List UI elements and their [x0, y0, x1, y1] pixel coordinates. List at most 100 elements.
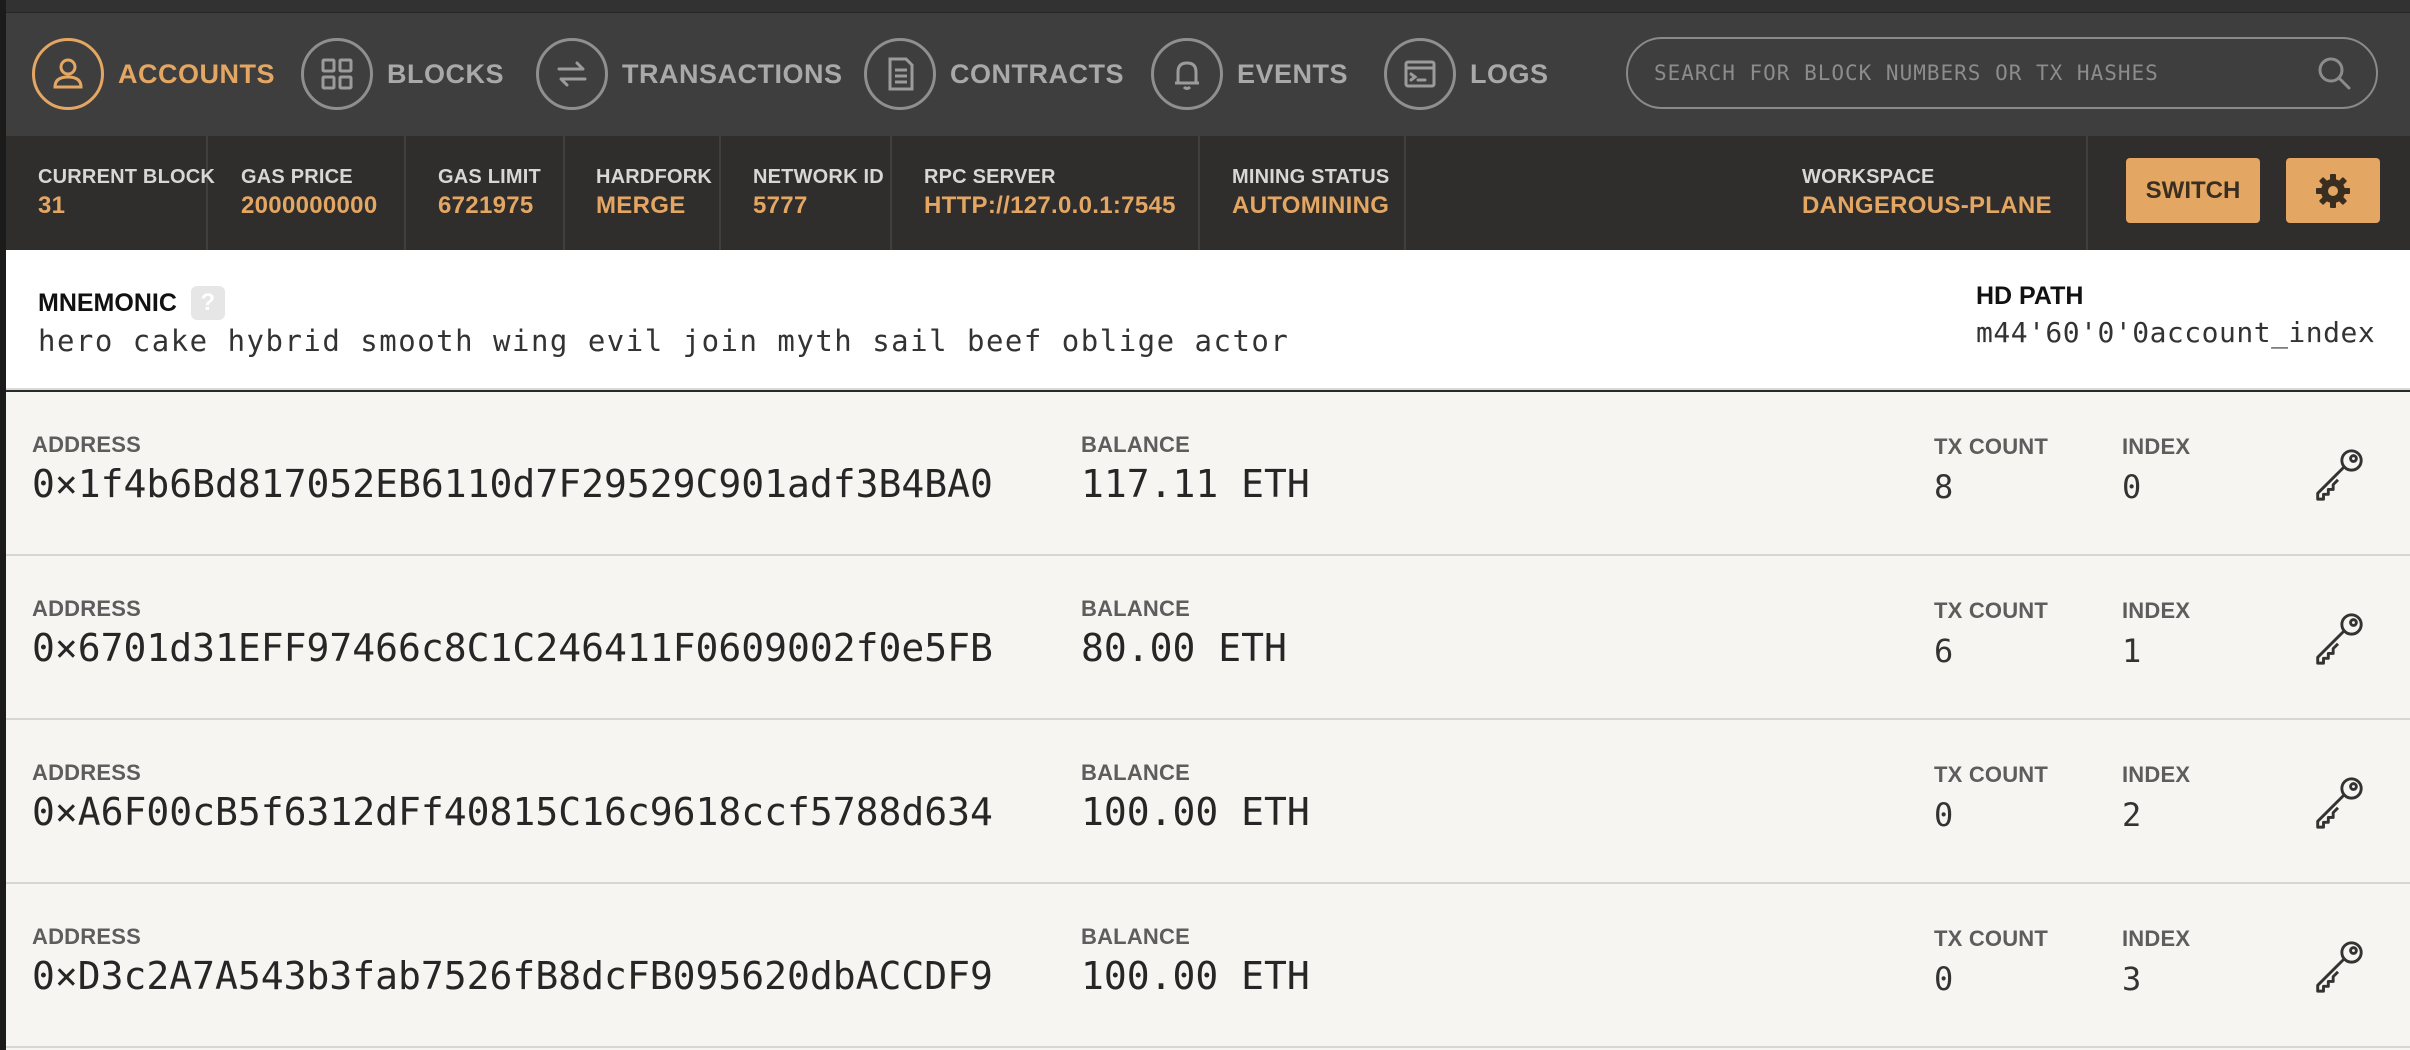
stat-workspace-value: DANGEROUS-PLANE — [1802, 192, 2052, 219]
account-address: 0×1f4b6Bd817052EB6110d7F29529C901adf3B4B… — [32, 462, 993, 506]
address-label: ADDRESS — [32, 924, 141, 949]
help-icon[interactable]: ? — [190, 286, 225, 320]
account-row: ADDRESS 0×1f4b6Bd817052EB6110d7F29529C90… — [6, 392, 2410, 556]
stat-gas-price-value: 2000000000 — [241, 192, 378, 219]
mnemonic-title: MNEMONIC — [38, 288, 177, 317]
key-icon — [2316, 777, 2363, 829]
nav-contracts[interactable]: CONTRACTS — [864, 37, 1124, 111]
search-icon[interactable] — [2314, 53, 2354, 93]
index-label: INDEX — [2122, 598, 2191, 623]
search-input[interactable] — [1654, 61, 2314, 85]
mnemonic-header: MNEMONIC ? — [38, 286, 225, 320]
stat-gas-limit: GAS LIMIT 6721975 — [406, 136, 565, 250]
account-row: ADDRESS 0×A6F00cB5f6312dFf40815C16c9618c… — [6, 720, 2410, 884]
swap-arrows-icon — [536, 38, 608, 110]
index-label: INDEX — [2122, 762, 2191, 787]
balance-label: BALANCE — [1081, 432, 1190, 457]
stat-mining-status-label: MINING STATUS — [1232, 166, 1390, 188]
stat-workspace: WORKSPACE DANGEROUS-PLANE — [1782, 136, 2088, 250]
account-index: 2 — [2122, 796, 2142, 834]
account-row: ADDRESS 0×6701d31EFF97466c8C1C246411F060… — [6, 556, 2410, 720]
tx-count-label: TX COUNT — [1934, 762, 2049, 787]
mnemonic-panel: MNEMONIC ? hero cake hybrid smooth wing … — [6, 250, 2410, 390]
search-bar — [1626, 37, 2378, 109]
stat-rpc-server: RPC SERVER HTTP://127.0.0.1:7545 — [892, 136, 1200, 250]
account-tx-count: 6 — [1934, 632, 1954, 670]
accounts-list: ADDRESS 0×1f4b6Bd817052EB6110d7F29529C90… — [6, 392, 2410, 1050]
balance-label: BALANCE — [1081, 924, 1190, 949]
nav-events-label: EVENTS — [1237, 58, 1349, 89]
document-icon — [864, 38, 936, 110]
account-balance: 100.00 ETH — [1081, 790, 1310, 834]
nav-accounts-label: ACCOUNTS — [118, 58, 275, 89]
stat-network-id-value: 5777 — [753, 192, 808, 219]
nav-blocks-label: BLOCKS — [387, 58, 504, 89]
balance-label: BALANCE — [1081, 760, 1190, 785]
stat-network-id-label: NETWORK ID — [753, 166, 884, 188]
gear-icon — [2316, 173, 2350, 208]
key-icon — [2316, 449, 2363, 501]
index-label: INDEX — [2122, 434, 2191, 459]
show-keys-button[interactable] — [2306, 606, 2370, 670]
top-navigation: ACCOUNTS BLOCKS TRANSACTIONS CONTRACTS E… — [6, 13, 2410, 136]
nav-logs[interactable]: LOGS — [1384, 37, 1549, 111]
balance-label: BALANCE — [1081, 596, 1190, 621]
nav-events[interactable]: EVENTS — [1151, 37, 1348, 111]
account-index: 3 — [2122, 960, 2142, 998]
stat-current-block-value: 31 — [38, 192, 66, 219]
hd-path-value: m44'60'0'0account_index — [1976, 316, 2376, 349]
account-tx-count: 8 — [1934, 468, 1954, 506]
tx-count-label: TX COUNT — [1934, 434, 2049, 459]
tx-count-label: TX COUNT — [1934, 598, 2049, 623]
show-keys-button[interactable] — [2306, 770, 2370, 834]
nav-accounts[interactable]: ACCOUNTS — [32, 37, 275, 111]
switch-workspace-button[interactable]: SWITCH — [2126, 158, 2260, 223]
stat-current-block-label: CURRENT BLOCK — [38, 166, 216, 188]
hd-path-title: HD PATH — [1976, 282, 2084, 310]
stat-hardfork: HARDFORK MERGE — [565, 136, 721, 250]
account-balance: 80.00 ETH — [1081, 626, 1287, 670]
account-address: 0×6701d31EFF97466c8C1C246411F0609002f0e5… — [32, 626, 993, 670]
account-index: 0 — [2122, 468, 2142, 506]
nav-logs-label: LOGS — [1470, 58, 1549, 89]
key-icon — [2316, 613, 2363, 665]
address-label: ADDRESS — [32, 596, 141, 621]
stat-gas-price: GAS PRICE 2000000000 — [208, 136, 406, 250]
account-index: 1 — [2122, 632, 2142, 670]
key-icon — [2316, 941, 2363, 993]
account-balance: 100.00 ETH — [1081, 954, 1310, 998]
bell-icon — [1151, 38, 1223, 110]
stat-rpc-server-value: HTTP://127.0.0.1:7545 — [924, 192, 1176, 219]
grid-icon — [301, 38, 373, 110]
nav-transactions-label: TRANSACTIONS — [622, 58, 843, 89]
status-bar: CURRENT BLOCK 31 GAS PRICE 2000000000 GA… — [6, 136, 2410, 250]
stat-gas-limit-label: GAS LIMIT — [438, 166, 541, 188]
tx-count-label: TX COUNT — [1934, 926, 2049, 951]
account-tx-count: 0 — [1934, 960, 1954, 998]
mnemonic-words: hero cake hybrid smooth wing evil join m… — [38, 324, 1290, 358]
nav-transactions[interactable]: TRANSACTIONS — [536, 37, 843, 111]
stat-mining-status: MINING STATUS AUTOMINING — [1200, 136, 1406, 250]
stat-hardfork-label: HARDFORK — [596, 166, 713, 188]
account-tx-count: 0 — [1934, 796, 1954, 834]
stat-gas-price-label: GAS PRICE — [241, 166, 353, 188]
terminal-icon — [1384, 38, 1456, 110]
address-label: ADDRESS — [32, 432, 141, 457]
account-balance: 117.11 ETH — [1081, 462, 1310, 506]
account-row: ADDRESS 0×D3c2A7A543b3fab7526fB8dcFB0956… — [6, 884, 2410, 1048]
stat-network-id: NETWORK ID 5777 — [721, 136, 892, 250]
settings-button[interactable] — [2286, 158, 2380, 223]
show-keys-button[interactable] — [2306, 934, 2370, 998]
account-address: 0×D3c2A7A543b3fab7526fB8dcFB095620dbACCD… — [32, 954, 993, 998]
index-label: INDEX — [2122, 926, 2191, 951]
stat-workspace-label: WORKSPACE — [1802, 166, 1935, 188]
stat-gas-limit-value: 6721975 — [438, 192, 534, 219]
user-icon — [32, 38, 104, 110]
stat-hardfork-value: MERGE — [596, 192, 686, 219]
stat-rpc-server-label: RPC SERVER — [924, 166, 1056, 188]
window-top-strip — [0, 0, 2410, 13]
show-keys-button[interactable] — [2306, 442, 2370, 506]
stat-mining-status-value: AUTOMINING — [1232, 192, 1390, 219]
nav-blocks[interactable]: BLOCKS — [301, 37, 504, 111]
nav-contracts-label: CONTRACTS — [950, 58, 1124, 89]
